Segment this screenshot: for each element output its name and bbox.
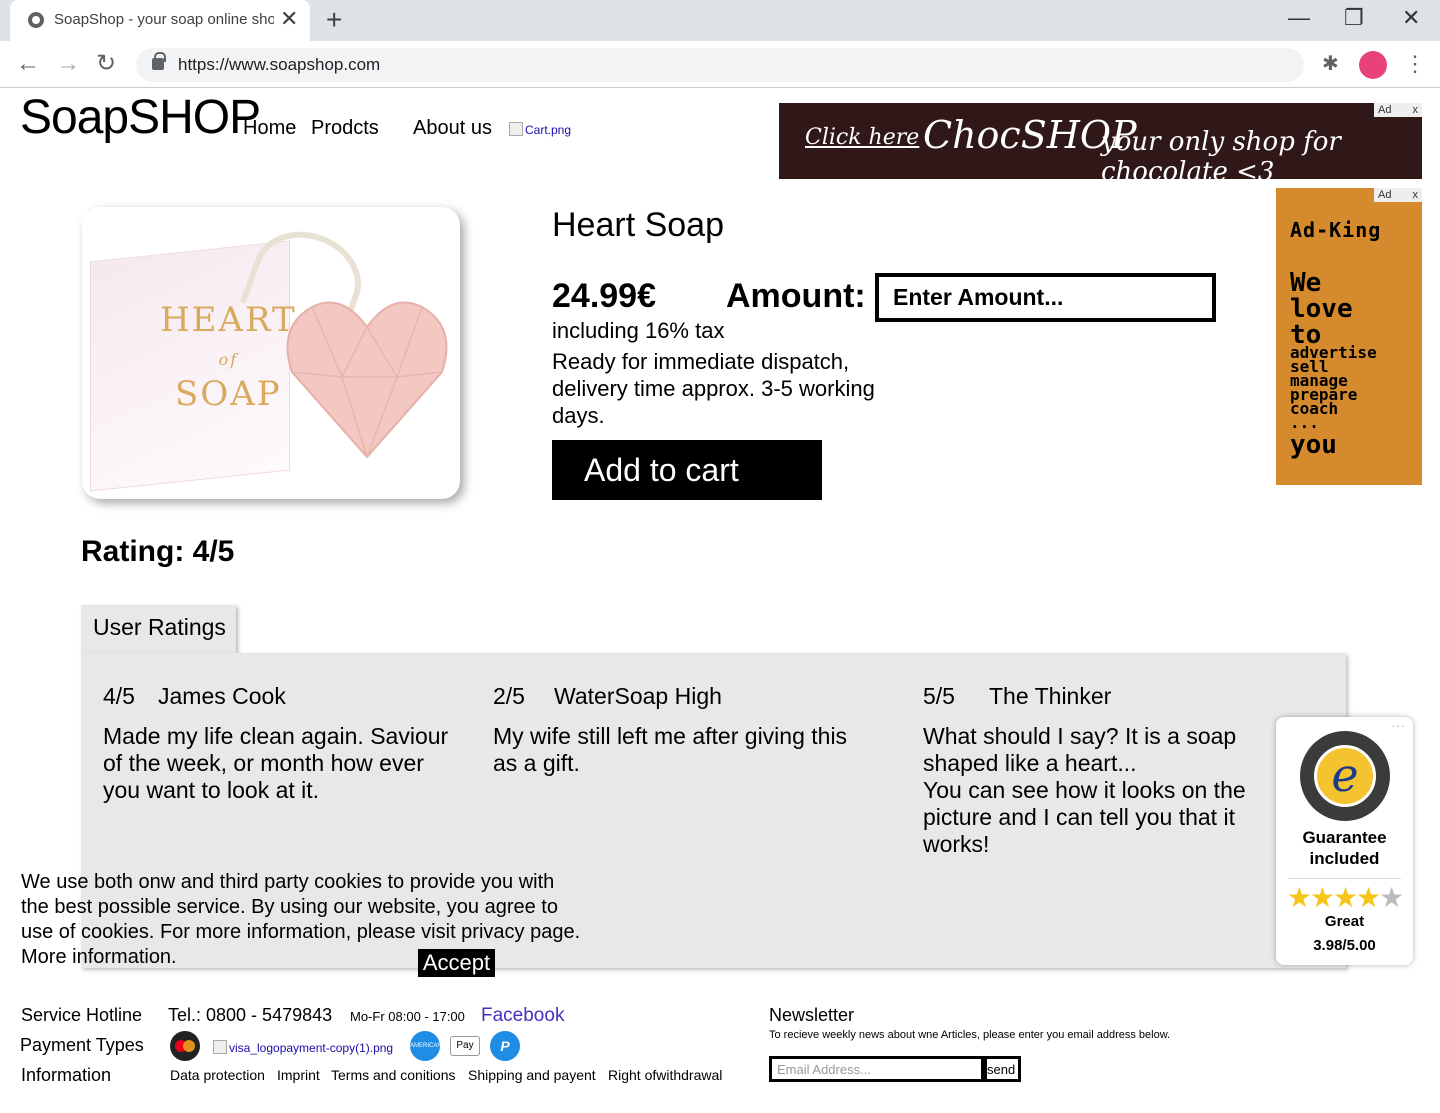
newsletter-text: To recieve weekly news about wne Article… — [769, 1029, 1171, 1041]
guarantee-text: Guarantee included — [1302, 828, 1387, 868]
hotline-hours: Mo-Fr 08:00 - 17:00 — [350, 1009, 465, 1024]
extensions-icon[interactable]: ✱ — [1322, 54, 1342, 74]
side-ad-line: love — [1290, 294, 1353, 324]
restore-button[interactable]: ❐ — [1344, 4, 1364, 32]
nav-products[interactable]: Prodcts — [311, 117, 379, 140]
rating-score: 3.98/5.00 — [1313, 937, 1376, 954]
review-text: What should I say? It is a soap shaped l… — [923, 723, 1246, 857]
amount-label: Amount: — [726, 277, 866, 315]
amount-input[interactable] — [875, 273, 1216, 322]
stars-filled: ★★★★ — [1286, 882, 1381, 913]
amex-icon: AMERICAN EXPRESS — [410, 1031, 442, 1079]
trusted-shops-seal-icon: e — [1300, 731, 1390, 821]
accept-cookies-button[interactable]: Accept — [418, 949, 495, 977]
send-button[interactable]: send — [984, 1056, 1021, 1082]
side-ad-brand: Ad-King — [1290, 218, 1382, 242]
ad-close-icon[interactable]: x — [1413, 103, 1419, 117]
browser-tab[interactable]: SoapShop - your soap online shop ✕ — [10, 0, 310, 41]
product-title: Heart Soap — [552, 206, 724, 244]
new-tab-button[interactable]: + — [326, 5, 342, 35]
omnibox[interactable]: https://www.soapshop.com — [136, 48, 1304, 82]
minimize-button[interactable]: — — [1288, 4, 1310, 32]
tab-user-ratings[interactable]: User Ratings — [81, 605, 236, 653]
chocshop-ad-banner[interactable]: Click here ChocSHOP your only shop for c… — [779, 103, 1422, 187]
cart-icon[interactable]: Cart.png — [509, 122, 571, 137]
review-author: WaterSoap High — [554, 683, 722, 709]
tab-close-icon[interactable]: ✕ — [280, 7, 298, 31]
trusted-shops-badge[interactable]: ··· e Guarantee included ★★★★★ Great 3.9… — [1276, 717, 1413, 965]
newsletter-title: Newsletter — [769, 1005, 855, 1025]
withdrawal-link[interactable]: Right ofwithdrawal — [608, 1067, 722, 1083]
star-empty: ★ — [1379, 882, 1404, 913]
globe-icon — [28, 12, 44, 28]
review-text: Made my life clean again. Saviour of the… — [103, 723, 449, 803]
review-author: James Cook — [158, 683, 286, 709]
site-logo[interactable]: SoapSHOP — [20, 90, 261, 145]
review-score: 4/5 — [103, 683, 135, 709]
browser-menu-icon[interactable]: ⋮ — [1404, 50, 1426, 78]
side-ad-headline: We love to — [1290, 270, 1353, 348]
review-score: 5/5 — [923, 683, 955, 709]
reload-button[interactable]: ↻ — [96, 50, 116, 78]
tab-bar: SoapShop - your soap online shop ✕ + — ❐… — [0, 0, 1440, 41]
window-close-button[interactable]: ✕ — [1402, 4, 1420, 32]
rating-label: Great — [1324, 913, 1365, 930]
heart-soap-graphic — [286, 301, 448, 459]
information-label: Information — [21, 1065, 112, 1085]
visa-icon: visa_logopayment-copy(1).png — [213, 1040, 393, 1055]
shipping-link[interactable]: Shipping and payent — [468, 1067, 596, 1083]
tab-title: SoapShop - your soap online shop — [54, 11, 274, 28]
lock-icon — [152, 52, 166, 70]
hotline-phone: Tel.: 0800 - 5479843 — [168, 1005, 333, 1025]
url-text[interactable]: https://www.soapshop.com — [178, 55, 380, 75]
review-score: 2/5 — [493, 683, 525, 709]
side-ad-item: ... — [1290, 413, 1319, 432]
nav-home[interactable]: Home — [243, 117, 296, 140]
back-button[interactable]: ← — [16, 50, 40, 78]
apple-pay-icon: Pay — [450, 1036, 480, 1056]
terms-link[interactable]: Terms and conitions — [331, 1067, 456, 1083]
ad-badge-side: Ad x — [1374, 188, 1422, 202]
side-ad-list: advertise sell manage prepare coach ... — [1290, 345, 1377, 432]
profile-avatar[interactable] — [1359, 51, 1387, 79]
rating-summary: Rating: 4/5 — [81, 535, 235, 568]
product-price: 24.99€ — [552, 277, 656, 315]
dispatch-note: Ready for immediate dispatch, delivery t… — [552, 349, 875, 428]
data-protection-link[interactable]: Data protection — [170, 1067, 265, 1083]
tax-note: including 16% tax — [552, 318, 725, 343]
side-ad-line: We — [1290, 268, 1322, 298]
ad-close-icon[interactable]: x — [1413, 188, 1419, 202]
star-rating: ★★★★★ — [1276, 881, 1413, 914]
side-ad-closing: you — [1290, 430, 1337, 460]
trusted-menu-icon[interactable]: ··· — [1391, 717, 1405, 733]
divider — [1288, 878, 1401, 879]
forward-button[interactable]: → — [56, 50, 80, 78]
service-hotline-label: Service Hotline — [21, 1005, 143, 1025]
review-author: The Thinker — [989, 683, 1112, 709]
facebook-link[interactable]: Facebook — [481, 1005, 564, 1027]
imprint-link[interactable]: Imprint — [277, 1067, 320, 1083]
nav-about-us[interactable]: About us — [413, 117, 492, 140]
ad-label: Ad — [1378, 189, 1392, 201]
product-image: HEART of SOAP — [82, 207, 460, 499]
ad-click-here[interactable]: Click here — [805, 125, 919, 150]
soap-box-logo: HEART of SOAP — [160, 300, 297, 414]
review-text: My wife still left me after giving this … — [493, 723, 848, 776]
cookie-notice: We use both onw and third party cookies … — [21, 871, 581, 968]
paypal-icon: P — [490, 1031, 520, 1061]
mastercard-icon — [170, 1031, 200, 1061]
email-field[interactable] — [769, 1056, 984, 1082]
ad-label: Ad — [1378, 104, 1392, 116]
payment-types-label: Payment Types — [20, 1035, 144, 1055]
ad-badge-banner: Ad x — [1374, 103, 1422, 117]
add-to-cart-button[interactable]: Add to cart — [552, 440, 822, 500]
address-bar: ← → ↻ https://www.soapshop.com — [0, 41, 1440, 88]
seal-letter: e — [1314, 745, 1376, 807]
ad-tagline: your only shop for chocolate <3 — [1101, 127, 1341, 187]
adking-side-ad[interactable]: Ad-King We love to advertise sell manage… — [1276, 188, 1422, 485]
